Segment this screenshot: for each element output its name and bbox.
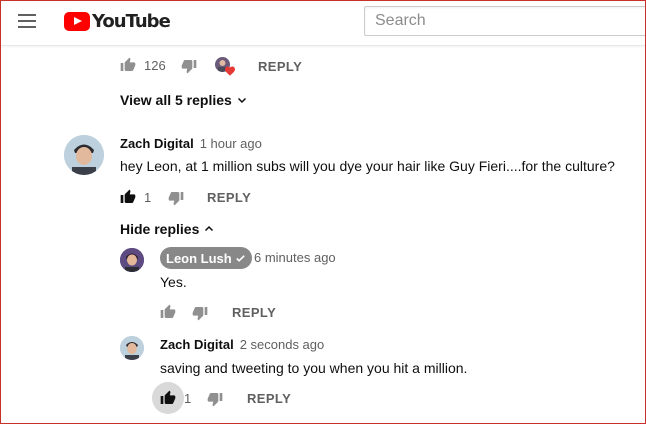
comment-time[interactable]: 1 hour ago — [200, 136, 262, 151]
verified-check-icon — [235, 254, 245, 262]
dislike-icon[interactable] — [192, 305, 208, 326]
view-replies-label: View all 5 replies — [120, 92, 232, 108]
like-icon[interactable] — [120, 57, 136, 78]
reply-header: Zach Digital 2 seconds ago — [160, 337, 324, 352]
reply-time[interactable]: 2 seconds ago — [240, 337, 325, 352]
reply-author: Leon Lush — [166, 250, 232, 266]
like-icon[interactable] — [120, 189, 136, 210]
reply-text: saving and tweeting to you when you hit … — [160, 360, 468, 376]
reply-button[interactable]: REPLY — [232, 305, 276, 320]
like-count: 1 — [144, 190, 152, 205]
reply-button[interactable]: REPLY — [207, 190, 251, 205]
view-replies-button[interactable]: View all 5 replies — [120, 92, 248, 108]
like-count: 126 — [144, 58, 166, 73]
logo-text: YouTube — [92, 10, 171, 32]
hide-replies-button[interactable]: Hide replies — [120, 221, 215, 237]
channel-owner-badge[interactable]: Leon Lush — [160, 247, 252, 269]
reply-text: Yes. — [160, 274, 187, 290]
youtube-logo[interactable]: YouTube — [64, 10, 171, 32]
reply-button[interactable]: REPLY — [247, 391, 291, 406]
creator-heart-badge — [215, 57, 237, 77]
dislike-icon[interactable] — [207, 391, 223, 412]
hide-replies-label: Hide replies — [120, 221, 200, 237]
reply-button[interactable]: REPLY — [258, 59, 302, 74]
dislike-icon[interactable] — [168, 190, 184, 211]
top-bar: YouTube — [0, 0, 646, 46]
chevron-down-icon — [237, 97, 246, 104]
reply-author[interactable]: Zach Digital — [160, 337, 234, 352]
youtube-play-icon — [64, 11, 90, 31]
heart-icon — [225, 66, 235, 76]
chevron-up-icon — [205, 225, 214, 232]
like-icon[interactable] — [160, 304, 176, 325]
comment-header: Zach Digital 1 hour ago — [120, 136, 262, 151]
dislike-icon[interactable] — [181, 58, 197, 79]
hamburger-menu-icon[interactable] — [18, 13, 38, 29]
like-button-active[interactable] — [152, 382, 184, 414]
commenter-avatar[interactable] — [64, 135, 104, 175]
reply-avatar[interactable] — [120, 336, 144, 360]
like-icon — [160, 390, 176, 404]
like-count: 1 — [184, 391, 192, 406]
search-input[interactable] — [364, 6, 646, 36]
comment-text: hey Leon, at 1 million subs will you dye… — [120, 158, 615, 174]
reply-time[interactable]: 6 minutes ago — [254, 250, 336, 265]
reply-avatar[interactable] — [120, 248, 144, 272]
comment-author[interactable]: Zach Digital — [120, 136, 194, 151]
